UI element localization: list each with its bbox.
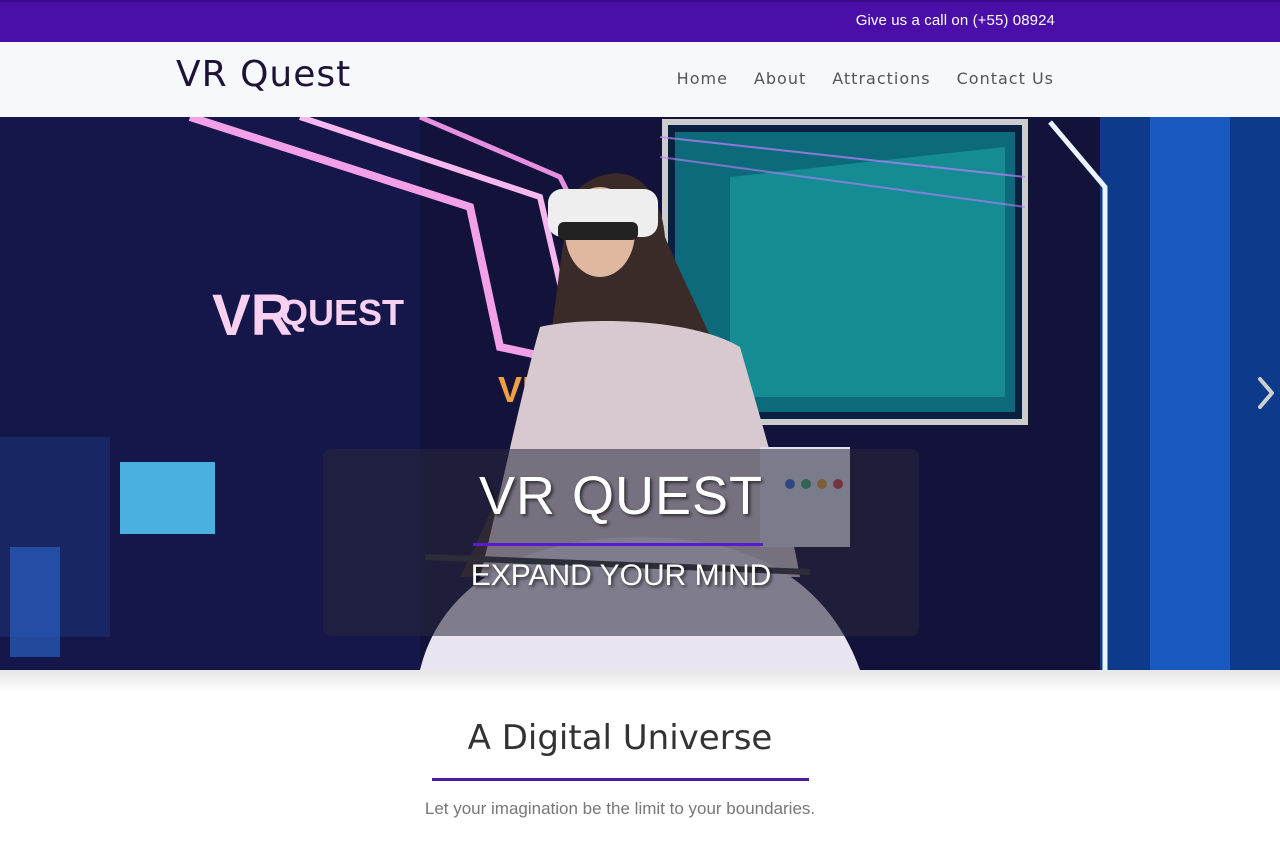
nav-about[interactable]: About: [754, 69, 806, 88]
chevron-right-icon[interactable]: [1256, 375, 1276, 411]
hero-title: VR QUEST: [478, 466, 764, 526]
section-divider: [432, 778, 809, 781]
phone-text[interactable]: Give us a call on (+55) 08924: [856, 12, 1055, 29]
site-logo[interactable]: VR Quest: [176, 54, 351, 95]
site-header: VR Quest Home About Attractions Contact …: [0, 42, 1280, 117]
top-bar: Give us a call on (+55) 08924: [0, 0, 1280, 42]
section-text: Let your imagination be the limit to you…: [424, 799, 816, 818]
section-shadow: [0, 670, 1280, 692]
section-title: A Digital Universe: [467, 718, 773, 758]
main-nav: Home About Attractions Contact Us: [677, 69, 1054, 88]
nav-home[interactable]: Home: [677, 69, 728, 88]
svg-text:QUEST: QUEST: [280, 292, 404, 333]
hero-slider: VR QUEST VR VR QUEST EXPAND YOUR MIND: [0, 117, 1280, 670]
nav-contact-us[interactable]: Contact Us: [957, 69, 1054, 88]
hero-caption-box: VR QUEST EXPAND YOUR MIND: [323, 449, 919, 636]
hero-subtitle: EXPAND YOUR MIND: [470, 559, 772, 592]
nav-attractions[interactable]: Attractions: [832, 69, 930, 88]
hero-divider: [473, 543, 763, 546]
